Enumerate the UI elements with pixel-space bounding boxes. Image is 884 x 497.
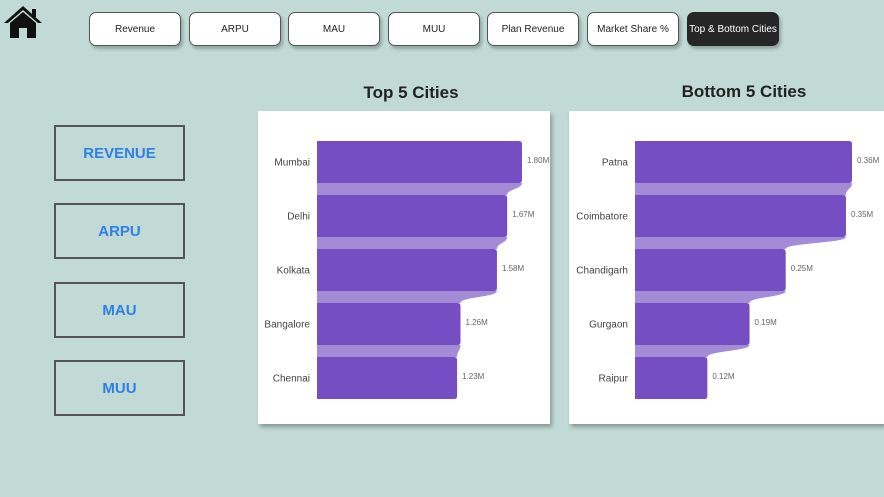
bottom-cities-chart: Patna 0.36M Coimbatore 0.35M Chandigarh 0.25M… bbox=[569, 111, 884, 424]
mau-button[interactable]: MAU bbox=[54, 282, 185, 338]
bar-patna[interactable] bbox=[635, 141, 852, 183]
muu-button[interactable]: MUU bbox=[54, 360, 185, 416]
category-label: Coimbatore bbox=[576, 212, 628, 223]
value-label: 1.67M bbox=[512, 210, 535, 219]
funnel-connector bbox=[317, 345, 461, 357]
bar-chandigarh[interactable] bbox=[635, 249, 786, 291]
bar-delhi[interactable] bbox=[317, 195, 508, 237]
bar-bangalore[interactable] bbox=[317, 303, 461, 345]
bar-mumbai[interactable] bbox=[317, 141, 522, 183]
tab-plan-revenue[interactable]: Plan Revenue bbox=[487, 12, 579, 46]
funnel-connector bbox=[317, 291, 497, 303]
category-label: Mumbai bbox=[274, 158, 310, 169]
value-label: 0.19M bbox=[755, 318, 778, 327]
category-label: Patna bbox=[602, 158, 629, 169]
value-label: 1.80M bbox=[527, 156, 550, 165]
bar-gurgaon[interactable] bbox=[635, 303, 750, 345]
top-cities-title: Top 5 Cities bbox=[363, 83, 459, 102]
funnel-connector bbox=[317, 183, 522, 195]
tab-arpu[interactable]: ARPU bbox=[189, 12, 281, 46]
bar-kolkata[interactable] bbox=[317, 249, 497, 291]
home-icon[interactable] bbox=[3, 4, 43, 40]
funnel-connector bbox=[317, 237, 508, 249]
bar-coimbatore[interactable] bbox=[635, 195, 846, 237]
revenue-button[interactable]: REVENUE bbox=[54, 125, 185, 181]
value-label: 0.25M bbox=[791, 264, 814, 273]
category-label: Bangalore bbox=[264, 320, 310, 331]
tab-revenue[interactable]: Revenue bbox=[89, 12, 181, 46]
tab-top-bottom-cities[interactable]: Top & Bottom Cities bbox=[687, 12, 779, 46]
funnel-connector bbox=[635, 183, 852, 195]
category-label: Chennai bbox=[273, 374, 310, 385]
tab-mau[interactable]: MAU bbox=[288, 12, 380, 46]
value-label: 1.26M bbox=[466, 318, 489, 327]
bar-chennai[interactable] bbox=[317, 357, 458, 399]
category-label: Kolkata bbox=[277, 266, 311, 277]
bar-raipur[interactable] bbox=[635, 357, 708, 399]
value-label: 0.36M bbox=[857, 156, 880, 165]
top-cities-chart: Mumbai 1.80M Delhi 1.67M Kolkata 1.58M Bangalo… bbox=[258, 111, 550, 424]
bottom-cities-funnel: Patna 0.36M Coimbatore 0.35M Chandigarh 0.25M… bbox=[576, 141, 880, 399]
value-label: 0.12M bbox=[712, 372, 735, 381]
category-label: Raipur bbox=[599, 374, 629, 385]
funnel-connector bbox=[635, 345, 750, 357]
value-label: 0.35M bbox=[851, 210, 874, 219]
bottom-cities-title: Bottom 5 Cities bbox=[681, 82, 807, 101]
tab-muu[interactable]: MUU bbox=[388, 12, 480, 46]
category-label: Chandigarh bbox=[576, 266, 628, 277]
funnel-connector bbox=[635, 237, 846, 249]
funnel-connector bbox=[635, 291, 786, 303]
value-label: 1.58M bbox=[502, 264, 525, 273]
arpu-button[interactable]: ARPU bbox=[54, 203, 185, 259]
category-label: Gurgaon bbox=[589, 320, 628, 331]
category-label: Delhi bbox=[287, 212, 310, 223]
top-cities-funnel: Mumbai 1.80M Delhi 1.67M Kolkata 1.58M Bangalo… bbox=[264, 141, 550, 399]
tab-market-share[interactable]: Market Share % bbox=[587, 12, 679, 46]
value-label: 1.23M bbox=[462, 372, 485, 381]
